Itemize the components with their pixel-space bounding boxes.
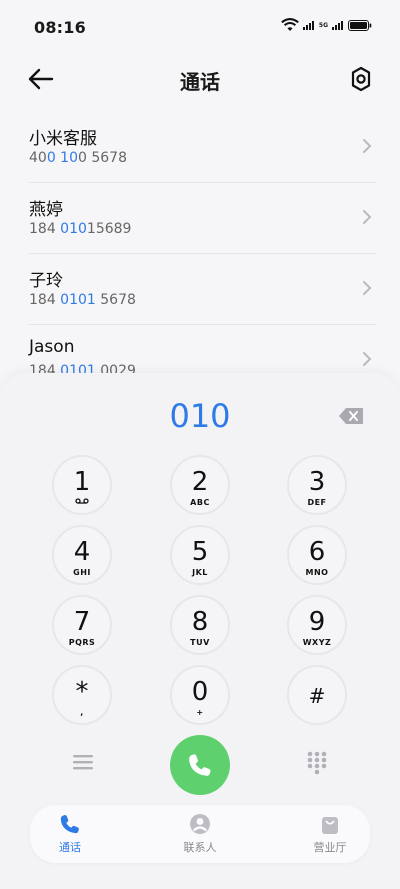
keypad-toggle-icon[interactable]	[307, 751, 327, 775]
key-9[interactable]: 9 WXYZ	[287, 595, 347, 655]
voicemail-icon	[75, 498, 89, 504]
key-4[interactable]: 4 GHI	[52, 525, 112, 585]
nav-label: 营业厅	[313, 841, 347, 854]
nav-item-calls[interactable]: 通话	[30, 813, 110, 855]
signal-icon-2	[332, 21, 343, 30]
shopping-bag-icon	[322, 817, 338, 834]
dialer-panel: 010 1 2 ABC 3 DEF 4 GHI 5 JKL 6 MNO 7 PQ…	[0, 373, 400, 889]
chevron-right-icon	[363, 210, 372, 224]
status-time: 08:16	[34, 18, 86, 37]
call-button[interactable]	[170, 735, 230, 795]
contacts-icon	[190, 814, 210, 834]
nav-item-store[interactable]: 营业厅	[290, 813, 370, 855]
contact-row[interactable]: 子玲 184 0101 5678	[29, 254, 376, 325]
bottom-nav: 通话 联系人 营业厅	[30, 805, 370, 863]
contact-name: Jason	[29, 337, 75, 357]
key-hash[interactable]: #	[287, 665, 347, 725]
header: 通话	[0, 56, 400, 102]
contact-name: 子玲	[29, 271, 63, 291]
chevron-right-icon	[363, 281, 372, 295]
key-2[interactable]: 2 ABC	[170, 455, 230, 515]
status-bar: 08:16 5G	[0, 0, 400, 56]
contact-number: 400 100 5678	[29, 150, 127, 166]
contact-name: 燕婷	[29, 200, 63, 220]
page-title: 通话	[180, 70, 220, 94]
key-8[interactable]: 8 TUV	[170, 595, 230, 655]
status-icons: 5G	[281, 18, 372, 32]
phone-icon	[189, 754, 211, 776]
key-7[interactable]: 7 PQRS	[52, 595, 112, 655]
key-0[interactable]: 0 +	[170, 665, 230, 725]
key-star[interactable]: * ,	[52, 665, 112, 725]
signal-icon	[302, 21, 314, 30]
key-5[interactable]: 5 JKL	[170, 525, 230, 585]
nav-item-contacts[interactable]: 联系人	[160, 813, 240, 855]
key-6[interactable]: 6 MNO	[287, 525, 347, 585]
settings-icon[interactable]	[348, 64, 374, 94]
contact-list: 小米客服 400 100 5678 燕婷 184 01015689 子玲 184…	[0, 112, 400, 395]
wifi-icon	[281, 18, 299, 31]
nav-label: 通话	[59, 841, 81, 854]
backspace-icon[interactable]	[338, 407, 364, 425]
chevron-right-icon	[363, 352, 372, 366]
battery-icon	[348, 19, 372, 31]
chevron-right-icon	[363, 139, 372, 153]
contact-name: 小米客服	[29, 129, 97, 149]
key-3[interactable]: 3 DEF	[287, 455, 347, 515]
network-type-label: 5G	[318, 21, 328, 29]
phone-icon	[60, 815, 79, 834]
key-1[interactable]: 1	[52, 455, 112, 515]
contact-number: 184 01015689	[29, 221, 132, 237]
contact-row[interactable]: 小米客服 400 100 5678	[29, 112, 376, 183]
menu-icon[interactable]	[72, 753, 94, 771]
nav-label: 联系人	[183, 841, 217, 854]
contact-row[interactable]: 燕婷 184 01015689	[29, 183, 376, 254]
contact-number: 184 0101 5678	[29, 292, 136, 308]
